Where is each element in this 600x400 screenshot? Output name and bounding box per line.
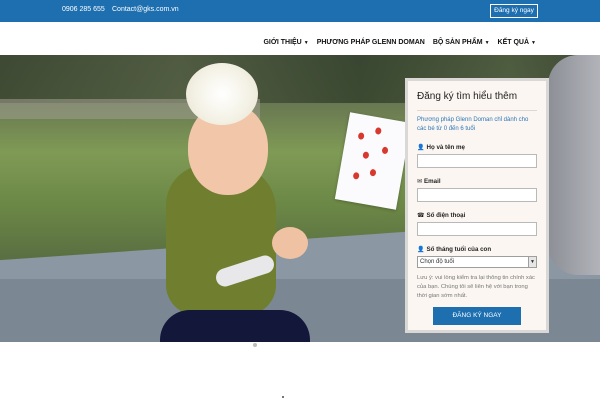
page-marker	[282, 396, 284, 398]
caret-down-icon: ▼	[303, 39, 309, 46]
flower-headband	[186, 63, 258, 125]
email-input[interactable]	[417, 188, 537, 202]
mother-name-input[interactable]	[417, 154, 537, 168]
envelope-icon: ✉	[417, 179, 423, 185]
top-contact-bar: 0906 285 655 Contact@gks.com.vn Đăng ký …	[0, 0, 600, 22]
phone-input[interactable]	[417, 222, 537, 236]
child-age-select[interactable]: Chọn độ tuổi ▼	[417, 256, 537, 268]
caret-down-icon: ▼	[484, 39, 490, 46]
baby-hands	[272, 227, 308, 259]
nav-item-ket-qua[interactable]: KẾT QUẢ ▼	[498, 39, 536, 46]
phone-number[interactable]: 0906 285 655	[62, 6, 105, 13]
baby-pants	[160, 310, 310, 342]
nav-item-phuong-phap[interactable]: PHƯƠNG PHÁP GLENN DOMAN	[317, 39, 425, 46]
card-dot	[357, 132, 365, 141]
card-dot	[374, 126, 382, 135]
nav-item-bo-san-pham[interactable]: BỘ SẢN PHẨM ▼	[433, 39, 490, 46]
slider-indicator[interactable]	[253, 343, 257, 347]
card-dot	[362, 151, 370, 160]
card-dot	[369, 168, 377, 177]
signup-form: Đăng ký tìm hiểu thêm Phương pháp Glenn …	[405, 78, 549, 333]
chevron-down-icon: ▼	[528, 257, 536, 267]
select-value: Chọn độ tuổi	[420, 259, 455, 265]
nav-item-gioi-thieu[interactable]: GIỚI THIỆU ▼	[263, 39, 308, 46]
form-title: Đăng ký tìm hiểu thêm	[417, 91, 518, 102]
nav-item-label: PHƯƠNG PHÁP GLENN DOMAN	[316, 39, 425, 46]
form-divider	[417, 110, 537, 111]
form-description: Phương pháp Glenn Doman chỉ dành cho các…	[417, 117, 529, 132]
user-icon: 👤	[417, 247, 425, 253]
dot-flashcard	[334, 112, 412, 210]
main-navigation: GIỚI THIỆU ▼ PHƯƠNG PHÁP GLENN DOMAN BỘ …	[0, 22, 600, 55]
form-note: Lưu ý: vui lòng kiểm tra lại thông tin c…	[417, 275, 535, 299]
child-age-label: 👤 Số tháng tuổi của con	[417, 246, 492, 253]
nav-menu: GIỚI THIỆU ▼ PHƯƠNG PHÁP GLENN DOMAN BỘ …	[263, 39, 536, 46]
submit-button[interactable]: ĐĂNG KÝ NGAY	[433, 307, 521, 325]
parent-arm	[548, 55, 600, 275]
mother-name-label: 👤 Họ và tên mẹ	[417, 144, 465, 151]
phone-label: ☎ Số điện thoại	[417, 212, 466, 219]
user-icon: 👤	[417, 145, 425, 151]
nav-item-label: KẾT QUẢ	[497, 39, 530, 46]
phone-icon: ☎	[417, 213, 425, 219]
email-link[interactable]: Contact@gks.com.vn	[112, 6, 179, 13]
caret-down-icon: ▼	[531, 39, 536, 46]
email-label: ✉ Email	[417, 178, 441, 185]
card-dot	[381, 146, 389, 155]
register-now-button[interactable]: Đăng ký ngay	[490, 4, 538, 18]
nav-item-label: GIỚI THIỆU	[263, 39, 302, 46]
nav-item-label: BỘ SẢN PHẨM	[432, 39, 483, 46]
card-dot	[352, 171, 360, 180]
